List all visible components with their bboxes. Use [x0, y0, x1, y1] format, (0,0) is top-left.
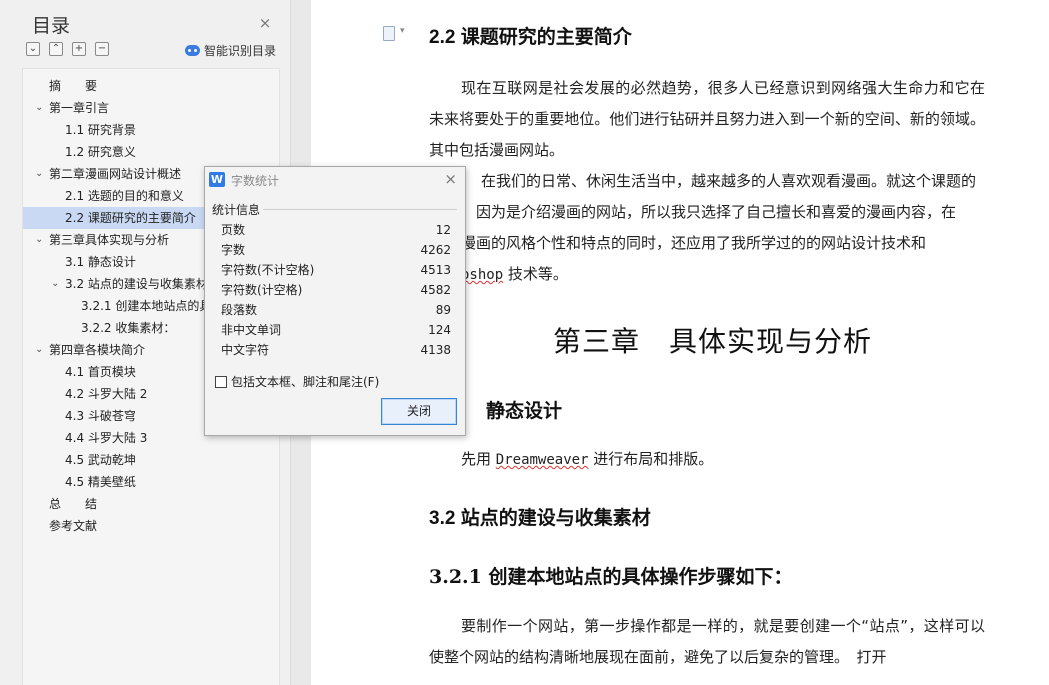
toc-item-label: 摘 要	[49, 79, 98, 93]
smart-toc-label: 智能识别目录	[204, 44, 277, 58]
toc-item-label: 参考文献	[49, 519, 98, 533]
stat-label: 字符数(不计空格)	[221, 263, 315, 277]
paragraph-line-3: 漫画的风格个性和特点的同时，还应用了我所学过的的网站设计技术和	[461, 234, 927, 252]
toc-item[interactable]: 1.2 研究意义	[23, 141, 279, 163]
toc-item[interactable]: ⌄ 第一章引言	[23, 97, 279, 119]
checkbox-label: 包括文本框、脚注和尾注(F)	[231, 375, 380, 389]
toc-item[interactable]: 4.5 精美壁纸	[23, 471, 279, 493]
dreamweaver-word: Dreamweaver	[495, 452, 589, 468]
chevron-down-icon[interactable]: ⌄	[35, 339, 43, 361]
stat-value: 4513	[420, 263, 451, 277]
heading-3-1: 静态设计	[486, 401, 563, 422]
chevron-down-icon[interactable]: ⌄	[35, 97, 43, 119]
toc-item-label: 2.1 选题的目的和意义	[65, 189, 184, 203]
paragraph-dw-post: 进行布局和排版。	[588, 450, 714, 468]
toc-item-label: 4.5 精美壁纸	[65, 475, 136, 489]
stat-row: 字符数(计空格) 4582	[221, 280, 451, 300]
chevron-down-icon[interactable]: ⌄	[35, 163, 43, 185]
misspelled-word: oshop	[461, 267, 504, 283]
dialog-close-icon[interactable]: ×	[444, 170, 457, 188]
stat-label: 字符数(计空格)	[221, 283, 303, 297]
toc-item-label: 第四章各模块简介	[49, 343, 146, 357]
stat-value: 4262	[420, 243, 451, 257]
dialog-title: 字数统计	[231, 174, 280, 188]
toc-toolbar: ⌄ ⌃ + −	[26, 42, 109, 56]
toc-item-label: 第一章引言	[49, 101, 110, 115]
paragraph-intro: 现在互联网是社会发展的必然趋势，很多人已经意识到网络强大生命力和它在未来将要处于…	[429, 79, 985, 159]
stats-group-label: 统计信息	[212, 203, 261, 217]
heading-3-2: 3.2 站点的建设与收集素材	[429, 508, 651, 529]
demote-level-icon[interactable]: −	[95, 42, 109, 56]
promote-level-icon[interactable]: +	[72, 42, 86, 56]
paragraph-line-1: 在我们的日常、休闲生活当中，越来越多的人喜欢观看漫画。就这个课题的	[481, 172, 977, 190]
collapse-all-icon[interactable]: ⌃	[49, 42, 63, 56]
robot-icon	[185, 45, 200, 56]
word-count-dialog: W 字数统计 × 统计信息 页数 12 字数 4262 字符数(不计空格) 4513 字符数…	[204, 166, 466, 436]
toc-item-label: 4.3 斗破苍穹	[65, 409, 136, 423]
wps-writer-icon: W	[209, 172, 225, 187]
stat-value: 12	[435, 223, 451, 237]
toc-item-label: 2.2 课题研究的主要简介	[65, 211, 196, 225]
close-button[interactable]: 关闭	[381, 398, 457, 425]
toc-item-label: 4.1 首页模块	[65, 365, 136, 379]
toc-item-label: 3.1 静态设计	[65, 255, 136, 269]
paragraph-line-4: oshop 技术等。	[461, 259, 986, 291]
stat-label: 非中文单词	[221, 323, 282, 337]
dialog-titlebar[interactable]: W 字数统计 ×	[205, 167, 465, 193]
stat-row: 字符数(不计空格) 4513	[221, 260, 451, 280]
toc-item-label: 3.2 站点的建设与收集素材	[65, 277, 208, 291]
toc-item-label: 3.2.2 收集素材：	[81, 321, 176, 335]
toc-item-label: 4.4 斗罗大陆 3	[65, 431, 148, 445]
toc-item-label: 4.5 武动乾坤	[65, 453, 136, 467]
toc-item-label: 1.2 研究意义	[65, 145, 136, 159]
stat-value: 4138	[420, 343, 451, 357]
chevron-down-icon[interactable]: ⌄	[51, 273, 59, 295]
stat-row: 段落数 89	[221, 300, 451, 320]
stat-row: 页数 12	[221, 220, 451, 240]
paragraph-line-4-rest: 技术等。	[503, 265, 568, 283]
document-menu-icon[interactable]	[383, 26, 405, 41]
chapter-3-title: 第三章 具体实现与分析	[553, 325, 873, 358]
toc-item[interactable]: 参考文献	[23, 515, 279, 537]
toc-item[interactable]: 4.5 武动乾坤	[23, 449, 279, 471]
heading-2-2: 2.2 课题研究的主要简介	[429, 27, 632, 48]
toc-item-label: 总 结	[49, 497, 98, 511]
toc-item[interactable]: 1.1 研究背景	[23, 119, 279, 141]
checkbox-box[interactable]	[215, 375, 227, 388]
paragraph-line-2: ，因为是介绍漫画的网站，所以我只选择了自己擅长和喜爱的漫画内容，在	[461, 203, 957, 221]
smart-toc-button[interactable]: 智能识别目录	[185, 42, 276, 59]
toc-item[interactable]: 摘 要	[23, 75, 279, 97]
paragraph-dreamweaver: 先用 Dreamweaver 进行布局和排版。	[461, 444, 1017, 476]
toc-title: 目录	[32, 15, 71, 37]
stat-row: 非中文单词 124	[221, 320, 451, 340]
toc-close-icon[interactable]: ×	[256, 14, 274, 32]
stat-label: 中文字符	[221, 343, 270, 357]
stat-value: 89	[435, 303, 451, 317]
toc-item-label: 1.1 研究背景	[65, 123, 136, 137]
paragraph-site: 要制作一个网站，第一步操作都是一样的，就是要创建一个“站点”，这样可以使整个网站…	[429, 617, 985, 666]
stat-label: 段落数	[221, 303, 258, 317]
stat-value: 124	[428, 323, 451, 337]
include-textbox-checkbox[interactable]: 包括文本框、脚注和尾注(F)	[215, 373, 379, 390]
toc-item[interactable]: 总 结	[23, 493, 279, 515]
expand-all-icon[interactable]: ⌄	[26, 42, 40, 56]
paragraph-dw-pre: 先用	[461, 450, 496, 468]
toc-item-label: 第三章具体实现与分析	[49, 233, 170, 247]
stat-label: 字数	[221, 243, 246, 257]
group-divider	[263, 209, 457, 210]
toc-item-label: 第二章漫画网站设计概述	[49, 167, 182, 181]
heading-3-2-1: 3.2.1 创建本地站点的具体操作步骤如下：	[429, 566, 793, 588]
stat-row: 中文字符 4138	[221, 340, 451, 360]
toc-item-label: 4.2 斗罗大陆 2	[65, 387, 148, 401]
stat-value: 4582	[420, 283, 451, 297]
stat-label: 页数	[221, 223, 246, 237]
chevron-down-icon[interactable]: ⌄	[35, 229, 43, 251]
stat-row: 字数 4262	[221, 240, 451, 260]
